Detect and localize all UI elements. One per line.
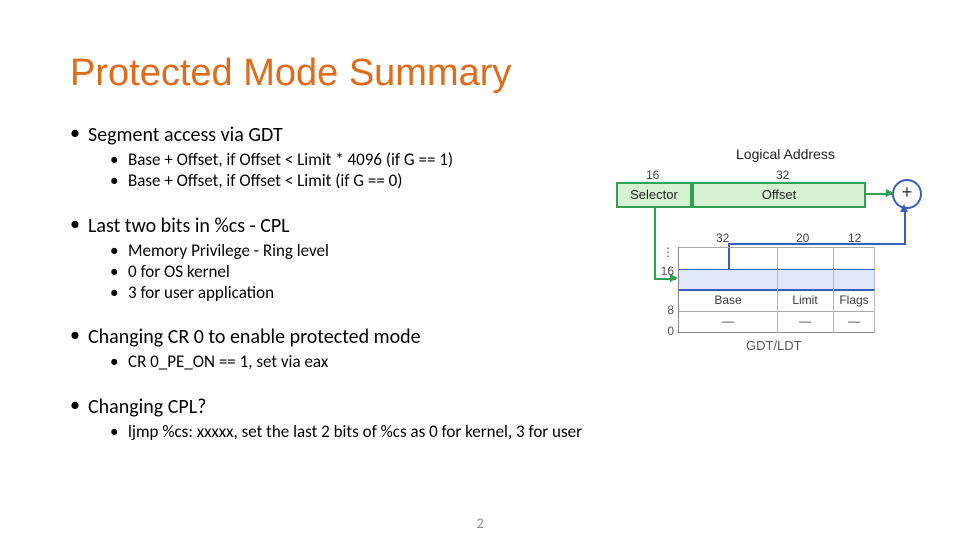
selector-box: Selector: [616, 182, 692, 208]
slide: Protected Mode Summary Segment access vi…: [0, 0, 960, 540]
plus-icon: +: [902, 182, 913, 202]
address-translation-diagram: Logical Address 16 32 Selector Offset + …: [616, 146, 926, 376]
sub-bullet-text: 0 for OS kernel: [128, 261, 230, 282]
logical-address-label: Logical Address: [736, 146, 835, 162]
sub-bullet-text: Memory Privilege - Ring level: [128, 240, 329, 261]
bullet-item: Changing CPL? ljmp %cs: xxxxx, set the l…: [70, 395, 920, 442]
sub-bullet: ljmp %cs: xxxxx, set the last 2 bits of …: [110, 421, 920, 442]
slide-title: Protected Mode Summary: [70, 52, 920, 95]
flags-col-header: Flags: [833, 293, 875, 307]
sub-list: ljmp %cs: xxxxx, set the last 2 bits of …: [70, 421, 920, 442]
selector-bits-label: 16: [646, 168, 659, 182]
bullet-text: Changing CPL?: [70, 395, 920, 419]
selector-box-label: Selector: [630, 187, 678, 202]
arrowhead-icon: [900, 204, 908, 212]
page-number: 2: [0, 515, 960, 532]
base-bits-label: 32: [716, 231, 729, 245]
y-tick-16: 16: [656, 264, 674, 278]
cell-placeholder: —: [833, 314, 875, 328]
sub-bullet-text: CR 0_PE_ON == 1, set via eax: [128, 351, 328, 372]
cell-placeholder: —: [777, 314, 833, 328]
flags-bits-label: 12: [848, 231, 861, 245]
limit-col-header: Limit: [777, 293, 833, 307]
y-tick-0: 0: [656, 324, 674, 338]
sub-bullet-text: Base + Offset, if Offset < Limit * 4096 …: [128, 149, 453, 170]
sub-bullet-text: ljmp %cs: xxxxx, set the last 2 bits of …: [128, 421, 582, 442]
y-tick-dots: ⋮: [656, 245, 674, 259]
offset-box-label: Offset: [762, 187, 796, 202]
descriptor-table: Base Limit Flags — — —: [678, 247, 874, 333]
y-tick-8: 8: [656, 303, 674, 317]
offset-bits-label: 32: [776, 168, 789, 182]
cell-placeholder: —: [679, 314, 777, 328]
table-caption: GDT/LDT: [746, 338, 802, 353]
sub-bullet-text: Base + Offset, if Offset < Limit (if G =…: [128, 170, 402, 191]
base-into-adder-line: [904, 208, 906, 245]
arrowhead-icon: [886, 189, 894, 197]
base-across-line: [728, 243, 906, 245]
sub-bullet-text: 3 for user application: [128, 282, 274, 303]
base-col-header: Base: [679, 293, 777, 307]
offset-box: Offset: [692, 182, 866, 208]
bullet-text: Segment access via GDT: [70, 123, 920, 147]
limit-bits-label: 20: [796, 231, 809, 245]
